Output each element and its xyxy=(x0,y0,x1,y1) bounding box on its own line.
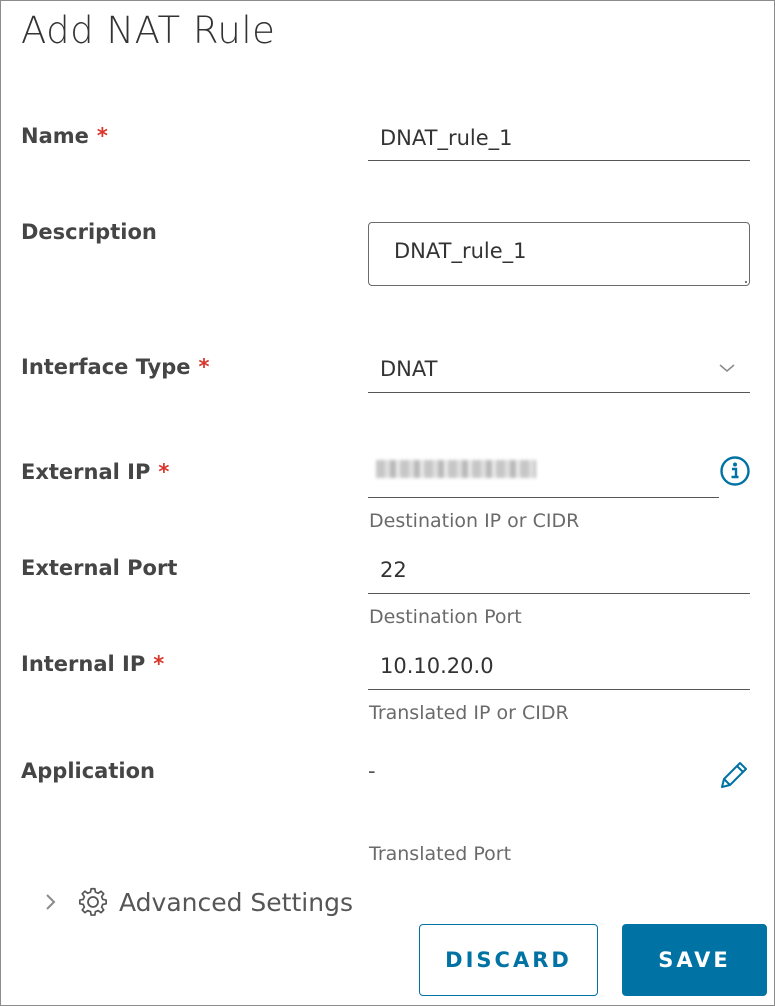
required-marker: * xyxy=(96,124,108,148)
external-ip-helper: Destination IP or CIDR xyxy=(369,510,580,532)
add-nat-rule-dialog: Add NAT Rule Name * DNAT_rule_1 Descripti… xyxy=(0,0,775,1006)
application-value: - xyxy=(368,759,376,783)
external-port-value: 22 xyxy=(380,558,407,582)
advanced-settings-toggle[interactable]: Advanced Settings xyxy=(41,885,353,919)
required-marker: * xyxy=(158,460,170,484)
redacted-ip-value xyxy=(376,460,536,478)
name-label: Name * xyxy=(21,124,108,148)
internal-ip-value: 10.10.20.0 xyxy=(380,654,494,678)
dialog-title: Add NAT Rule xyxy=(21,9,276,52)
internal-ip-label: Internal IP * xyxy=(21,652,164,676)
required-marker: * xyxy=(198,355,210,379)
save-button[interactable]: SAVE xyxy=(622,924,767,996)
chevron-down-icon xyxy=(719,364,735,372)
name-value: DNAT_rule_1 xyxy=(380,126,513,150)
description-textarea[interactable]: DNAT_rule_1 xyxy=(368,222,750,286)
external-port-helper: Destination Port xyxy=(369,606,522,628)
internal-ip-input[interactable]: 10.10.20.0 xyxy=(368,647,750,690)
name-label-text: Name xyxy=(21,124,89,148)
description-value: DNAT_rule_1 xyxy=(394,239,527,263)
required-marker: * xyxy=(153,652,165,676)
gear-icon xyxy=(78,887,107,916)
interface-type-select[interactable]: DNAT xyxy=(368,350,750,393)
external-ip-label: External IP * xyxy=(21,460,169,484)
discard-button[interactable]: DISCARD xyxy=(419,924,598,996)
internal-ip-label-text: Internal IP xyxy=(21,652,146,676)
name-input[interactable]: DNAT_rule_1 xyxy=(368,120,750,161)
external-ip-label-text: External IP xyxy=(21,460,151,484)
advanced-settings-label: Advanced Settings xyxy=(119,887,353,917)
application-helper: Translated Port xyxy=(369,843,512,865)
chevron-right-icon xyxy=(46,894,56,910)
interface-type-value: DNAT xyxy=(380,357,438,381)
pencil-icon[interactable] xyxy=(718,759,750,791)
info-icon[interactable] xyxy=(719,455,751,487)
internal-ip-helper: Translated IP or CIDR xyxy=(369,702,569,724)
external-port-label: External Port xyxy=(21,556,178,580)
interface-type-label: Interface Type * xyxy=(21,355,210,379)
application-label: Application xyxy=(21,759,155,783)
description-label: Description xyxy=(21,220,157,244)
resize-grip-icon[interactable] xyxy=(743,279,747,283)
interface-type-label-text: Interface Type xyxy=(21,355,191,379)
external-port-input[interactable]: 22 xyxy=(368,551,750,594)
